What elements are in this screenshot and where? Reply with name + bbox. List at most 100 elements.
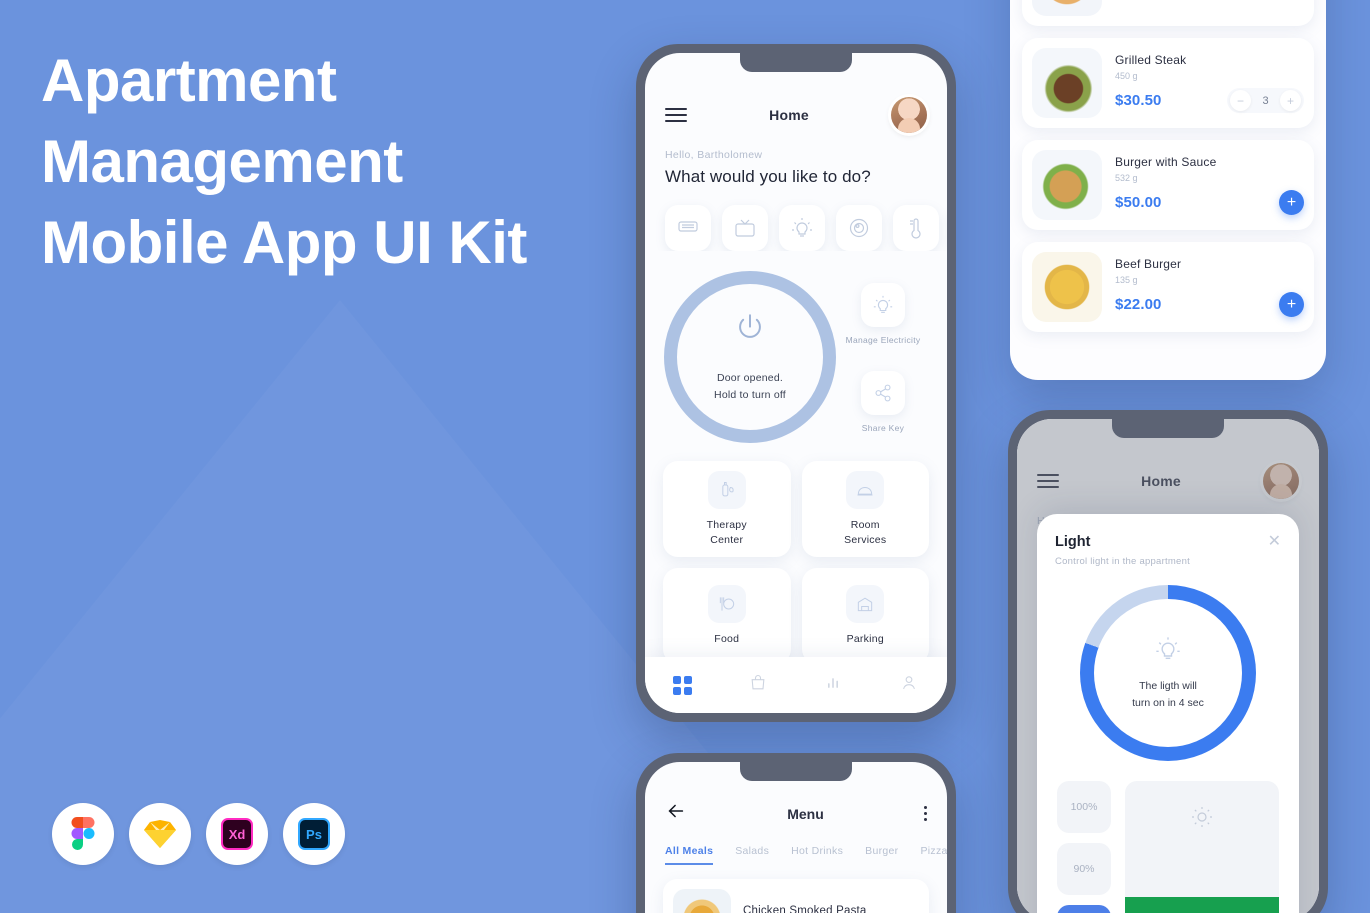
food-price: $50.00 xyxy=(1115,194,1162,211)
service-card-food[interactable]: Food xyxy=(663,568,791,664)
food-bottom-row: $30.50 − 3 + xyxy=(1115,88,1304,113)
tab-stats[interactable] xyxy=(823,673,843,698)
list-item[interactable]: Chicken Smoked Pasta 250 g xyxy=(663,879,929,913)
light-bulb-icon xyxy=(861,283,905,327)
dish-info: Chicken Smoked Pasta 250 g xyxy=(743,905,867,913)
food-info: Beef Burger 135 g $22.00 + xyxy=(1115,257,1304,317)
adobe-xd-icon: Xd xyxy=(221,818,253,850)
arrow-left-icon[interactable] xyxy=(665,800,687,827)
tab-dashboard[interactable] xyxy=(672,675,692,695)
food-thumbnail-beef-burger xyxy=(1032,252,1102,322)
bottom-tabbar xyxy=(645,657,947,713)
food-thumbnail-pizza xyxy=(1032,0,1102,16)
robot-vacuum-icon[interactable] xyxy=(836,205,882,251)
table-row[interactable]: Burger with Sauce 532 g $50.00 + xyxy=(1022,140,1314,230)
table-row[interactable]: Grilled Steak 450 g $30.50 − 3 + xyxy=(1022,38,1314,128)
television-icon[interactable] xyxy=(722,205,768,251)
light-controls: 100% 90% 80% xyxy=(1055,781,1281,913)
photoshop-logo: Ps xyxy=(283,803,345,865)
light-line-2: turn on in 4 sec xyxy=(1132,696,1204,709)
title-line-3: Mobile App UI Kit xyxy=(41,209,527,276)
tab-pizza[interactable]: Pizza xyxy=(920,845,947,865)
title-line-2: Management xyxy=(41,128,403,195)
food-bottom-row: $22.00 + xyxy=(1115,292,1304,317)
light-modal-header: Light Control light in the appartment ✕ xyxy=(1055,534,1281,568)
tab-hot-drinks[interactable]: Hot Drinks xyxy=(791,845,843,865)
light-bulb-icon xyxy=(1154,635,1182,668)
add-to-cart-button[interactable]: + xyxy=(1279,190,1304,215)
light-bulb-icon[interactable] xyxy=(779,205,825,251)
light-modal-subtitle: Control light in the appartment xyxy=(1055,556,1191,567)
thermometer-icon[interactable] xyxy=(893,205,939,251)
tab-all-meals[interactable]: All Meals xyxy=(665,845,714,865)
food-info: Grilled Steak 450 g $30.50 − 3 + xyxy=(1115,53,1304,113)
increment-button[interactable]: + xyxy=(1280,90,1301,111)
therapy-icon xyxy=(707,470,746,509)
phone-light-mockup: Home He W Light Control light in the app… xyxy=(1008,410,1328,913)
tab-burger[interactable]: Burger xyxy=(865,845,898,865)
table-row[interactable]: Beef Burger 135 g $22.00 + xyxy=(1022,242,1314,332)
brightness-track[interactable] xyxy=(1125,781,1279,897)
tab-orders[interactable] xyxy=(748,673,768,698)
service-card-therapy[interactable]: Therapy Center xyxy=(663,461,791,557)
phone-notch xyxy=(740,53,852,72)
manage-electricity-action[interactable]: Manage Electricity xyxy=(837,283,929,345)
sketch-icon xyxy=(143,817,177,851)
sketch-logo xyxy=(129,803,191,865)
brightness-up-button[interactable] xyxy=(1125,897,1279,913)
service-card-parking[interactable]: Parking xyxy=(801,568,929,664)
light-modal-titles: Light Control light in the appartment xyxy=(1055,534,1190,567)
food-price: $30.50 xyxy=(1115,92,1162,109)
greeting-block: Hello, Bartholomew What would you like t… xyxy=(645,133,947,187)
parking-icon xyxy=(846,585,885,623)
greeting-question: What would you like to do? xyxy=(665,167,871,186)
home-title: Home xyxy=(769,107,809,123)
phone-home-mockup: Home Hello, Bartholomew What would you l… xyxy=(636,44,956,722)
preset-90[interactable]: 90% xyxy=(1057,843,1111,895)
add-to-cart-button[interactable]: + xyxy=(1279,292,1304,317)
brightness-slider[interactable] xyxy=(1125,781,1279,913)
service-card-label: Room Services xyxy=(844,518,886,548)
food-line-1: Food xyxy=(714,633,740,645)
room-line-1: Room xyxy=(850,518,880,531)
service-card-room-services[interactable]: Room Services xyxy=(801,461,929,557)
preset-80[interactable]: 80% xyxy=(1057,905,1111,913)
dish-name: Chicken Smoked Pasta xyxy=(743,905,867,913)
food-weight: 450 g xyxy=(1115,71,1138,81)
food-list-panel: − + Grilled Steak 450 g $30.50 − 3 + xyxy=(1010,0,1326,380)
power-icon xyxy=(733,311,767,350)
light-progress-ring[interactable]: The ligth will turn on in 4 sec xyxy=(1080,585,1256,761)
food-price: $22.00 xyxy=(1115,296,1162,313)
home-screen: Home Hello, Bartholomew What would you l… xyxy=(645,53,947,713)
door-power-button[interactable]: Door opened. Hold to turn off xyxy=(664,271,836,443)
kebab-menu-icon[interactable] xyxy=(924,806,927,821)
preset-100[interactable]: 100% xyxy=(1057,781,1111,833)
phone-menu-mockup: Menu All Meals Salads Hot Drinks Burger … xyxy=(636,753,956,913)
figma-logo xyxy=(52,803,114,865)
share-key-action[interactable]: Share Key xyxy=(837,371,929,433)
air-conditioner-icon[interactable] xyxy=(665,205,711,251)
avatar[interactable] xyxy=(890,97,927,133)
quantity-stepper[interactable]: − 3 + xyxy=(1227,88,1304,113)
decrement-button[interactable]: − xyxy=(1230,90,1251,111)
share-icon xyxy=(861,371,905,415)
food-weight: 532 g xyxy=(1115,173,1138,183)
menu-screen: Menu All Meals Salads Hot Drinks Burger … xyxy=(645,762,947,913)
parking-line-1: Parking xyxy=(846,633,884,645)
light-screen: Home He W Light Control light in the app… xyxy=(1017,419,1319,913)
service-card-label: Parking xyxy=(847,632,884,647)
food-icon xyxy=(707,585,746,623)
food-name: Burger with Sauce xyxy=(1115,155,1217,169)
table-row[interactable]: − + xyxy=(1022,0,1314,26)
light-modal-title: Light xyxy=(1055,534,1091,550)
power-ring-wrap: Door opened. Hold to turn off xyxy=(663,271,837,443)
dish-thumbnail xyxy=(673,889,731,913)
power-section: Door opened. Hold to turn off Manage Ele… xyxy=(645,251,947,443)
close-icon[interactable]: ✕ xyxy=(1268,534,1281,550)
side-actions: Manage Electricity Share Key xyxy=(837,271,929,443)
quantity-value: 3 xyxy=(1262,94,1269,107)
hamburger-menu-icon[interactable] xyxy=(665,108,687,122)
tab-profile[interactable] xyxy=(899,673,919,698)
tab-salads[interactable]: Salads xyxy=(735,845,769,865)
device-icon-row xyxy=(645,187,947,251)
